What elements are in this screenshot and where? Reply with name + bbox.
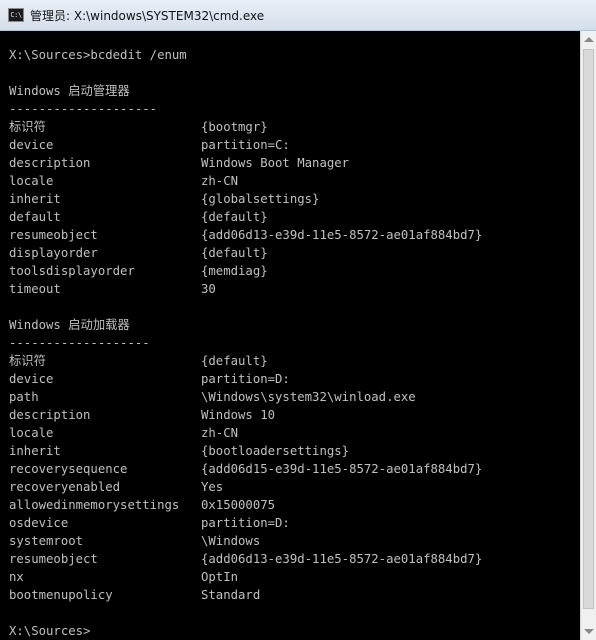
entry-value: {default}: [201, 354, 268, 368]
entry-value: Windows 10: [201, 408, 276, 422]
entry-value: Standard: [201, 588, 261, 602]
entry-key: inherit: [9, 444, 61, 458]
entry-key: timeout: [9, 282, 61, 296]
entry-key: device: [9, 372, 54, 386]
entry-value: zh-CN: [201, 426, 239, 440]
entry-value: {default}: [201, 246, 268, 260]
entry-key: toolsdisplayorder: [9, 264, 135, 278]
entry-key: path: [9, 390, 39, 404]
entry-value: {add06d13-e39d-11e5-8572-ae01af884bd7}: [201, 552, 483, 566]
entry-value: {bootloadersettings}: [201, 444, 350, 458]
entry-key: 标识符: [9, 120, 46, 134]
cmd-icon[interactable]: C:\: [8, 8, 24, 22]
entry-value: partition=D:: [201, 372, 290, 386]
boot-loader-heading: Windows 启动加载器: [9, 318, 130, 332]
entry-key: allowedinmemorysettings: [9, 498, 180, 512]
command-prompt-line: X:\Sources>: [9, 624, 91, 638]
entry-value: OptIn: [201, 570, 239, 584]
entry-value: {globalsettings}: [201, 192, 320, 206]
entry-key: locale: [9, 174, 54, 188]
entry-key: inherit: [9, 192, 61, 206]
entry-key: bootmenupolicy: [9, 588, 113, 602]
entry-key: locale: [9, 426, 54, 440]
entry-value: {memdiag}: [201, 264, 268, 278]
entry-value: {add06d13-e39d-11e5-8572-ae01af884bd7}: [201, 228, 483, 242]
entry-value: Yes: [201, 480, 224, 494]
entry-value: 30: [201, 282, 216, 296]
entry-value: \Windows\system32\winload.exe: [201, 390, 416, 404]
entry-key: displayorder: [9, 246, 98, 260]
entry-key: resumeobject: [9, 552, 98, 566]
scroll-up-icon[interactable]: [584, 37, 594, 42]
entry-key: device: [9, 138, 54, 152]
entry-key: recoverysequence: [9, 462, 128, 476]
entry-value: partition=C:: [201, 138, 290, 152]
entry-key: osdevice: [9, 516, 69, 530]
entry-value: \Windows: [201, 534, 261, 548]
cmd-window: C:\ 管理员: X:\windows\SYSTEM32\cmd.exe X:\…: [0, 0, 596, 640]
entry-key: resumeobject: [9, 228, 98, 242]
vertical-scrollbar[interactable]: [580, 31, 596, 640]
entry-value: {default}: [201, 210, 268, 224]
entry-key: default: [9, 210, 61, 224]
window-title: 管理员: X:\windows\SYSTEM32\cmd.exe: [30, 9, 265, 23]
scroll-thumb[interactable]: [583, 49, 594, 609]
entry-value: 0x15000075: [201, 498, 276, 512]
title-bar[interactable]: C:\ 管理员: X:\windows\SYSTEM32\cmd.exe: [0, 0, 596, 31]
boot-loader-separator: -------------------: [9, 336, 150, 350]
entry-value: Windows Boot Manager: [201, 156, 350, 170]
entry-key: 标识符: [9, 354, 46, 368]
entry-value: {bootmgr}: [201, 120, 268, 134]
entry-key: recoveryenabled: [9, 480, 121, 494]
scroll-down-icon[interactable]: [584, 629, 594, 634]
entry-key: systemroot: [9, 534, 84, 548]
entry-value: partition=D:: [201, 516, 290, 530]
entry-key: description: [9, 156, 91, 170]
entry-key: description: [9, 408, 91, 422]
boot-manager-separator: --------------------: [9, 102, 158, 116]
console-output[interactable]: X:\Sources>bcdedit /enum Windows 启动管理器 -…: [0, 31, 580, 640]
entry-key: nx: [9, 570, 24, 584]
command-prompt-line: X:\Sources>bcdedit /enum: [9, 48, 187, 62]
boot-manager-heading: Windows 启动管理器: [9, 84, 130, 98]
entry-value: zh-CN: [201, 174, 239, 188]
entry-value: {add06d15-e39d-11e5-8572-ae01af884bd7}: [201, 462, 483, 476]
